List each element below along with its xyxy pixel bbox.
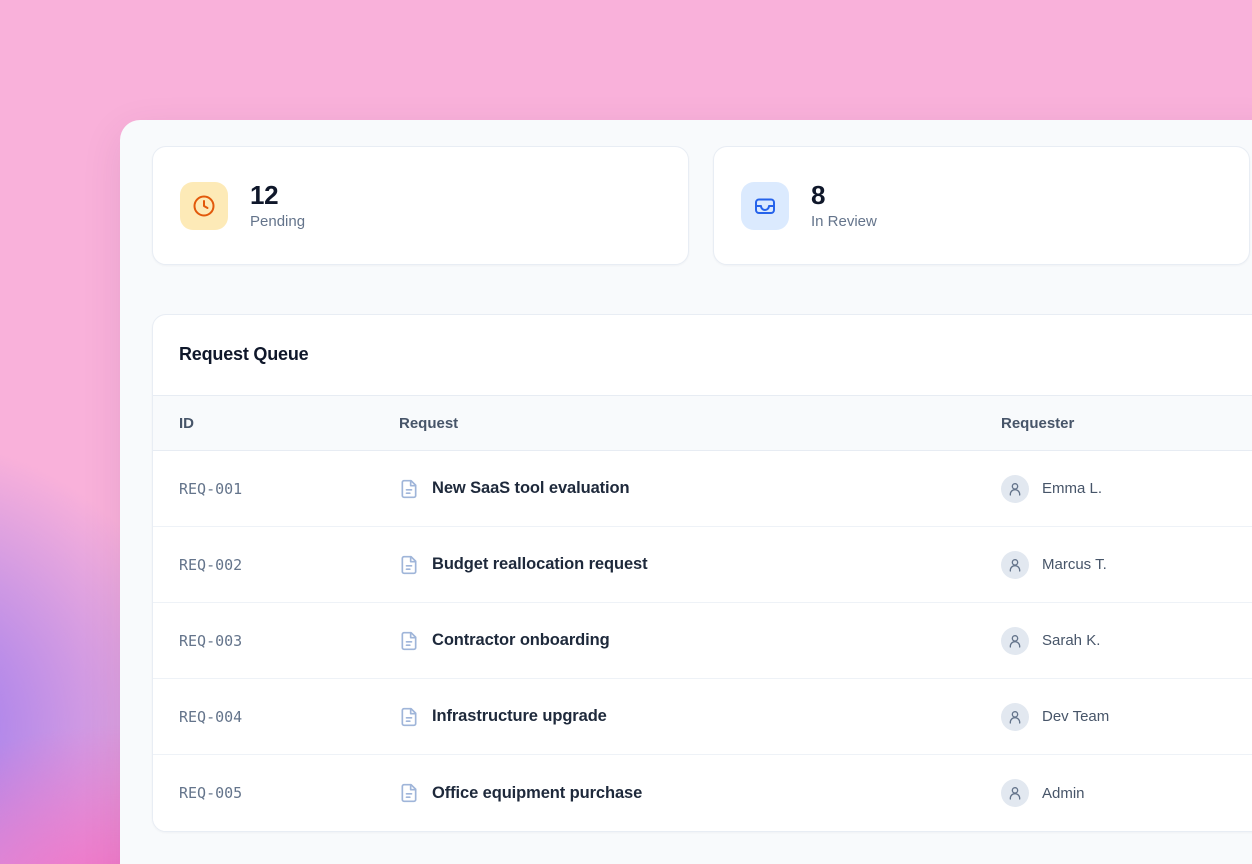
user-avatar-icon (1001, 703, 1029, 731)
requester-name: Emma L. (1042, 480, 1102, 497)
user-avatar-icon (1001, 551, 1029, 579)
request-id: REQ-003 (179, 632, 399, 650)
stat-card-in-review: 8 In Review (713, 146, 1250, 265)
requester-name: Dev Team (1042, 708, 1109, 725)
file-text-icon (399, 783, 419, 803)
request-cell: Office equipment purchase (399, 783, 1001, 803)
request-title: Budget reallocation request (432, 555, 648, 574)
stats-row: 12 Pending 8 In Review (152, 146, 1250, 265)
requester-cell: Dev Team (1001, 703, 1252, 731)
file-text-icon (399, 707, 419, 727)
inbox-icon (741, 182, 789, 230)
requester-name: Marcus T. (1042, 556, 1107, 573)
column-header-request: Request (399, 415, 1001, 432)
stat-text: 8 In Review (811, 181, 877, 230)
column-header-requester: Requester (1001, 415, 1252, 432)
request-cell: New SaaS tool evaluation (399, 479, 1001, 499)
request-queue-card: Request Queue ID Request Requester REQ-0… (152, 314, 1252, 832)
requester-cell: Sarah K. (1001, 627, 1252, 655)
table-row[interactable]: REQ-001 New SaaS tool evaluation Emma L. (153, 451, 1252, 527)
request-cell: Infrastructure upgrade (399, 707, 1001, 727)
file-text-icon (399, 479, 419, 499)
user-avatar-icon (1001, 779, 1029, 807)
requester-cell: Marcus T. (1001, 551, 1252, 579)
user-avatar-icon (1001, 627, 1029, 655)
in-review-count: 8 (811, 181, 877, 210)
request-title: Contractor onboarding (432, 631, 610, 650)
file-text-icon (399, 555, 419, 575)
clock-icon (180, 182, 228, 230)
table-row[interactable]: REQ-005 Office equipment purchase Admin (153, 755, 1252, 831)
table-row[interactable]: REQ-003 Contractor onboarding Sarah K. (153, 603, 1252, 679)
request-title: New SaaS tool evaluation (432, 479, 630, 498)
file-text-icon (399, 631, 419, 651)
stat-card-pending: 12 Pending (152, 146, 689, 265)
column-header-id: ID (179, 415, 399, 432)
table-title: Request Queue (153, 315, 1252, 395)
in-review-label: In Review (811, 213, 877, 230)
table-row[interactable]: REQ-002 Budget reallocation request Marc… (153, 527, 1252, 603)
user-avatar-icon (1001, 475, 1029, 503)
request-id: REQ-004 (179, 708, 399, 726)
request-cell: Budget reallocation request (399, 555, 1001, 575)
requester-cell: Emma L. (1001, 475, 1252, 503)
stat-text: 12 Pending (250, 181, 305, 230)
table-header-row: ID Request Requester (153, 395, 1252, 451)
request-cell: Contractor onboarding (399, 631, 1001, 651)
request-id: REQ-005 (179, 784, 399, 802)
request-id: REQ-001 (179, 480, 399, 498)
request-title: Infrastructure upgrade (432, 707, 607, 726)
table-row[interactable]: REQ-004 Infrastructure upgrade Dev Team (153, 679, 1252, 755)
main-panel: 12 Pending 8 In Review Request Queue ID … (120, 120, 1252, 864)
requester-name: Admin (1042, 785, 1085, 802)
requester-name: Sarah K. (1042, 632, 1100, 649)
pending-label: Pending (250, 213, 305, 230)
pending-count: 12 (250, 181, 305, 210)
request-id: REQ-002 (179, 556, 399, 574)
request-title: Office equipment purchase (432, 784, 642, 803)
requester-cell: Admin (1001, 779, 1252, 807)
